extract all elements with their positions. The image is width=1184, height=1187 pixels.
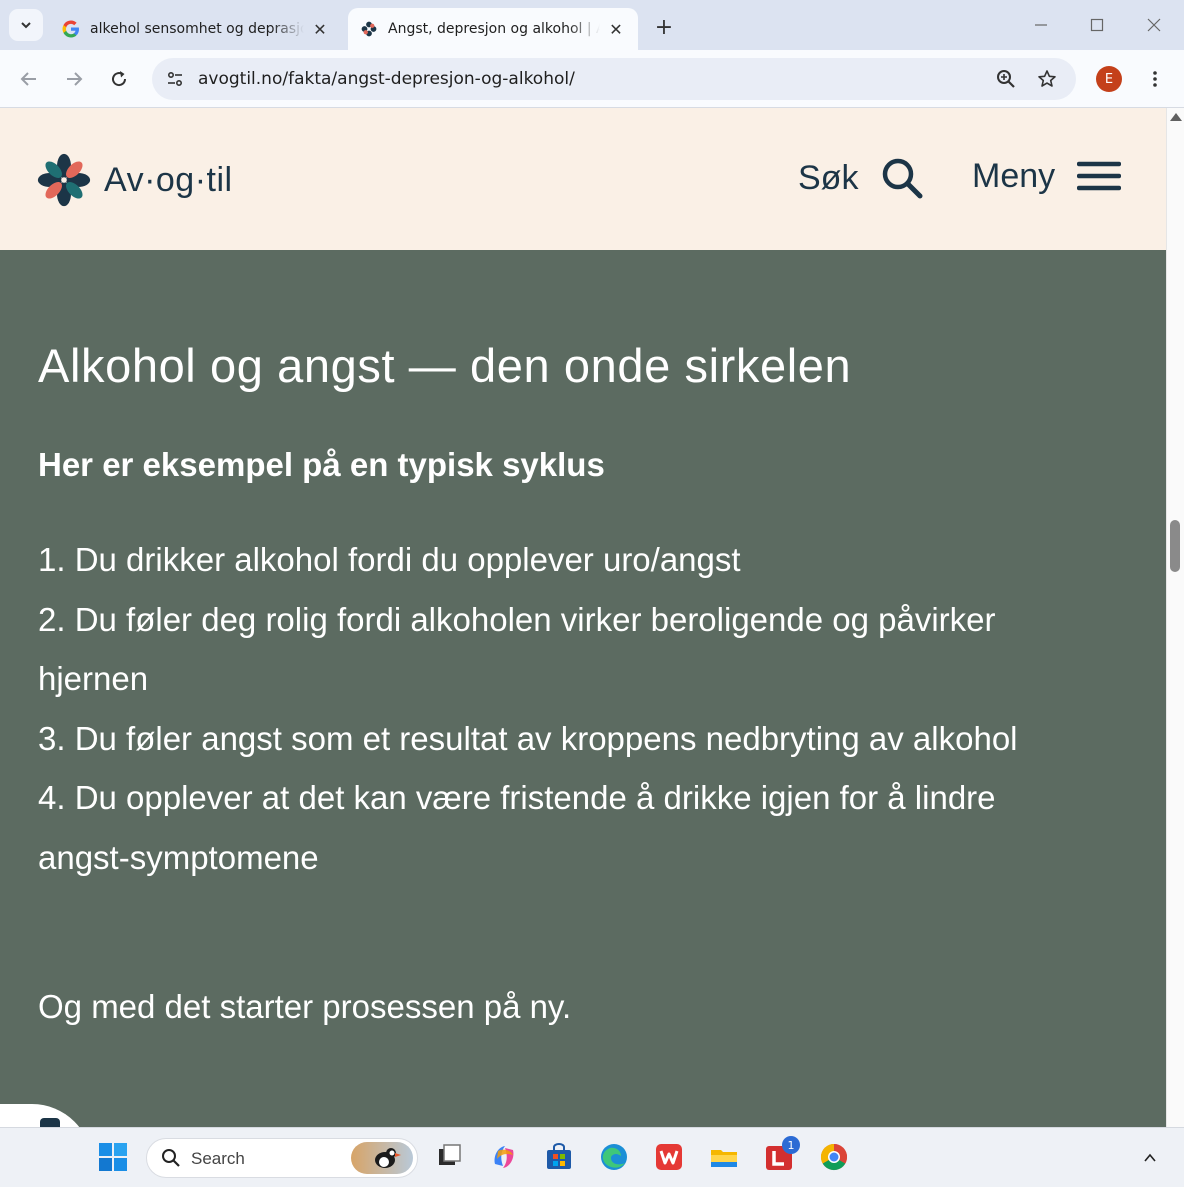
- site-logo-link[interactable]: Av·og·til: [36, 152, 233, 208]
- article-outro: Og med det starter prosessen på ny.: [38, 988, 572, 1025]
- new-tab-button[interactable]: +: [650, 13, 678, 41]
- search-icon: [883, 158, 923, 199]
- scrollbar-thumb[interactable]: [1170, 520, 1180, 572]
- forward-button[interactable]: [57, 62, 91, 96]
- cookie-icon: [40, 1118, 60, 1127]
- google-icon: [62, 20, 80, 38]
- logo-text: Av·og·til: [104, 160, 233, 199]
- cycle-list: 1. Du drikker alkohol fordi du opplever …: [38, 530, 1078, 888]
- list-item: 1. Du drikker alkohol fordi du opplever …: [38, 541, 741, 578]
- back-button[interactable]: [12, 62, 46, 96]
- copilot-icon[interactable]: [487, 1140, 521, 1174]
- arrow-left-icon: [20, 72, 36, 86]
- chevron-up-icon[interactable]: [1138, 1146, 1162, 1170]
- tab-google-search[interactable]: alkehol sensomhet og deprasjon - Google …: [50, 8, 342, 50]
- tab-search-button[interactable]: [9, 9, 43, 41]
- page-scrollbar[interactable]: [1166, 108, 1184, 1127]
- notification-badge: 1: [782, 1136, 800, 1154]
- profile-avatar[interactable]: E: [1096, 66, 1122, 92]
- microsoft-store-icon[interactable]: [542, 1140, 576, 1174]
- scroll-up-arrow-icon[interactable]: [1170, 113, 1182, 121]
- article-subheading: Her er eksempel på en typisk syklus: [38, 446, 605, 483]
- browser-toolbar: avogtil.no/fakta/angst-depresjon-og-alko…: [0, 50, 1184, 108]
- url-text[interactable]: avogtil.no/fakta/angst-depresjon-og-alko…: [198, 69, 575, 89]
- search-button[interactable]: Søk: [798, 156, 924, 200]
- menu-button[interactable]: Meny: [972, 156, 1122, 196]
- chevron-down-icon: [21, 22, 31, 29]
- arrow-right-icon: [67, 72, 83, 86]
- list-item: 3. Du føler angst som et resultat av kro…: [38, 719, 1018, 757]
- browser-tab-strip: alkehol sensomhet og deprasjon - Google …: [0, 0, 1184, 50]
- windows-taskbar: Search 1: [0, 1127, 1184, 1187]
- site-info-icon[interactable]: [160, 64, 190, 94]
- avogtil-logo-icon: [37, 153, 91, 207]
- close-tab-icon[interactable]: ✕: [310, 19, 330, 39]
- wps-office-icon[interactable]: [652, 1140, 686, 1174]
- address-bar[interactable]: avogtil.no/fakta/angst-depresjon-og-alko…: [152, 58, 1076, 100]
- chrome-browser-icon[interactable]: [817, 1140, 851, 1174]
- page-viewport: Av·og·til Søk Meny Alkohol og angst — de…: [0, 108, 1166, 1127]
- windows-start-icon[interactable]: [96, 1140, 130, 1174]
- tab-title: Angst, depresjon og alkohol | Av-og-til: [388, 21, 600, 37]
- reload-button[interactable]: [102, 62, 136, 96]
- taskbar-search-box[interactable]: Search: [146, 1138, 418, 1178]
- close-window-icon[interactable]: [1139, 12, 1169, 38]
- search-label: Søk: [798, 158, 859, 197]
- avogtil-favicon-icon: [360, 20, 378, 38]
- browser-menu-icon[interactable]: [1140, 64, 1170, 94]
- search-icon: [162, 1149, 180, 1167]
- minimize-icon[interactable]: [1026, 12, 1056, 38]
- taskbar-search-placeholder: Search: [191, 1149, 245, 1168]
- tab-title: alkehol sensomhet og deprasjon - Google …: [90, 21, 304, 37]
- close-tab-icon[interactable]: ✕: [606, 19, 626, 39]
- reload-icon: [112, 71, 127, 87]
- search-highlight-image: [351, 1142, 413, 1174]
- edge-browser-icon[interactable]: [597, 1140, 631, 1174]
- menu-label: Meny: [972, 156, 1056, 195]
- site-header: Av·og·til Søk Meny: [0, 108, 1166, 250]
- task-view-icon[interactable]: [432, 1140, 466, 1174]
- hamburger-menu-icon: [1077, 161, 1122, 191]
- list-item: 4. Du opplever at det kan være fristende…: [38, 779, 996, 876]
- maximize-icon[interactable]: [1082, 12, 1112, 38]
- list-item: 2. Du føler deg rolig fordi alkoholen vi…: [38, 600, 996, 698]
- bookmark-star-icon[interactable]: [1033, 65, 1061, 93]
- tab-avogtil[interactable]: Angst, depresjon og alkohol | Av-og-til …: [348, 8, 638, 50]
- article-heading: Alkohol og angst — den onde sirkelen: [38, 339, 852, 392]
- cookie-settings-button[interactable]: [0, 1104, 92, 1127]
- zoom-icon[interactable]: [992, 65, 1020, 93]
- file-explorer-icon[interactable]: [707, 1140, 741, 1174]
